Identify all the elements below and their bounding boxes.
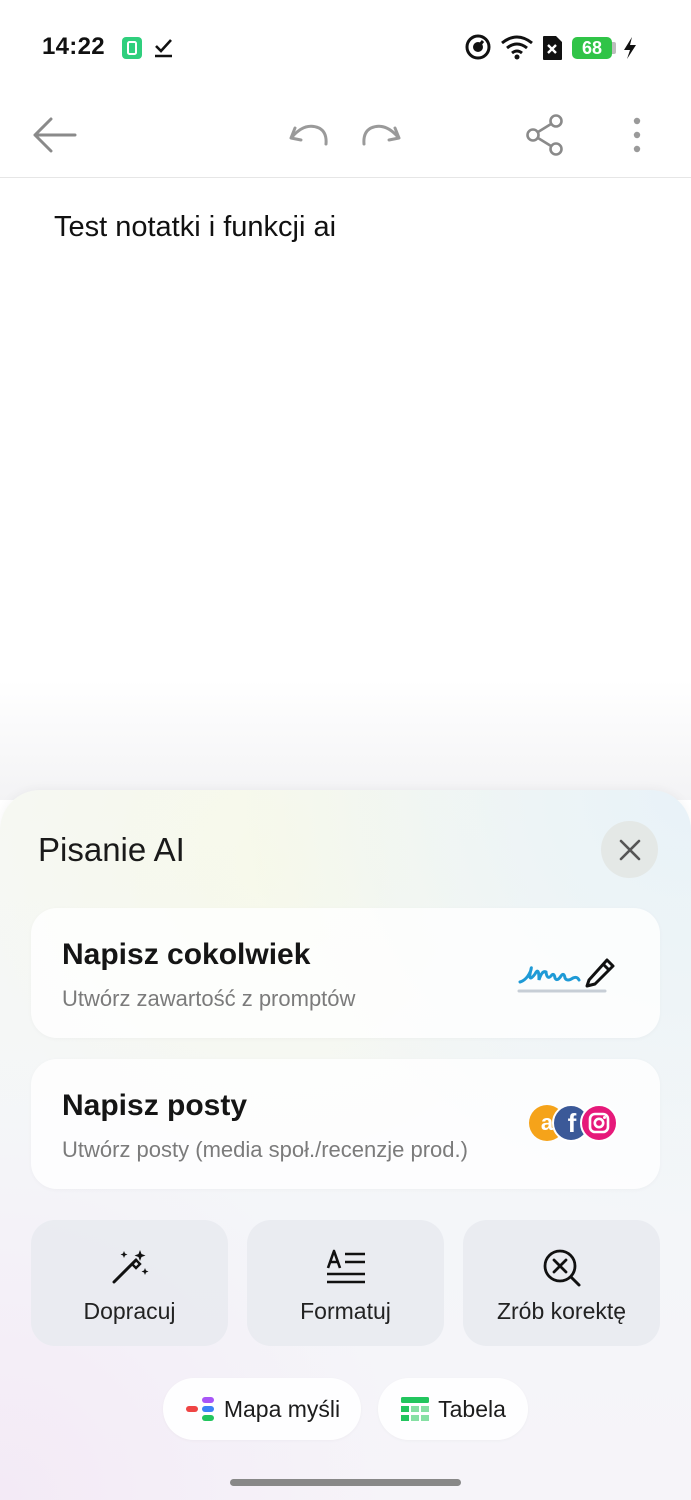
- chip-label: Mapa myśli: [223, 1395, 341, 1422]
- format-button[interactable]: Formatuj: [247, 1220, 444, 1346]
- redo-icon: [362, 124, 401, 146]
- proofread-button[interactable]: Zrób korektę: [463, 1220, 660, 1346]
- share-icon: [526, 114, 563, 156]
- back-arrow-icon: [33, 117, 77, 153]
- battery-icon: 68: [572, 37, 612, 59]
- data-saver-icon: [465, 34, 491, 65]
- note-toolbar: [0, 95, 691, 178]
- action-label: Zrób korektę: [496, 1298, 627, 1324]
- back-button[interactable]: [28, 105, 80, 165]
- card-title: Napisz cokolwiek: [62, 938, 311, 971]
- table-button[interactable]: Tabela: [378, 1378, 528, 1440]
- text-format-icon: [247, 1248, 444, 1286]
- table-icon: [401, 1397, 430, 1421]
- instagram-icon: [580, 1104, 618, 1142]
- home-indicator[interactable]: [230, 1479, 461, 1486]
- status-time: 14:22: [42, 33, 105, 60]
- battery-tip: [612, 42, 616, 54]
- card-subtitle: Utwórz posty (media społ./recenzje prod.…: [62, 1137, 468, 1162]
- undo-icon: [289, 124, 328, 146]
- proofread-icon: [463, 1248, 660, 1288]
- social-media-icons: a f: [527, 1103, 619, 1143]
- chip-label: Tabela: [438, 1395, 506, 1422]
- undo-button[interactable]: [285, 107, 333, 163]
- wifi-icon: [500, 34, 534, 65]
- action-label: Formatuj: [300, 1298, 391, 1324]
- write-anything-card[interactable]: Napisz cokolwiek Utwórz zawartość z prom…: [31, 908, 660, 1038]
- refine-button[interactable]: Dopracuj: [31, 1220, 228, 1346]
- no-sim-icon: [541, 35, 563, 66]
- magic-wand-icon: [31, 1248, 228, 1286]
- mind-map-button[interactable]: Mapa myśli: [163, 1378, 361, 1440]
- mind-map-icon: [185, 1397, 214, 1421]
- close-button[interactable]: [601, 821, 658, 878]
- action-label: Dopracuj: [83, 1298, 176, 1324]
- download-done-icon: [153, 37, 175, 64]
- sheet-shadow: [0, 680, 691, 800]
- close-icon: [619, 839, 640, 860]
- card-title: Napisz posty: [62, 1089, 248, 1122]
- battery-level: 68: [581, 37, 603, 58]
- charging-bolt-icon: [622, 36, 638, 65]
- card-subtitle: Utwórz zawartość z promptów: [62, 986, 356, 1011]
- signature-pen-icon: [517, 950, 617, 1003]
- svg-text:f: f: [568, 1108, 577, 1138]
- status-bar: 14:22 68: [0, 0, 691, 95]
- more-vert-icon: [633, 117, 641, 153]
- more-button[interactable]: [620, 105, 654, 165]
- sheet-title: Pisanie AI: [38, 831, 185, 868]
- redo-button[interactable]: [357, 107, 405, 163]
- note-body[interactable]: Test notatki i funkcji ai: [54, 211, 336, 244]
- share-button[interactable]: [520, 105, 570, 165]
- sim-card-icon: [121, 36, 143, 65]
- write-posts-card[interactable]: Napisz posty Utwórz posty (media społ./r…: [31, 1059, 660, 1189]
